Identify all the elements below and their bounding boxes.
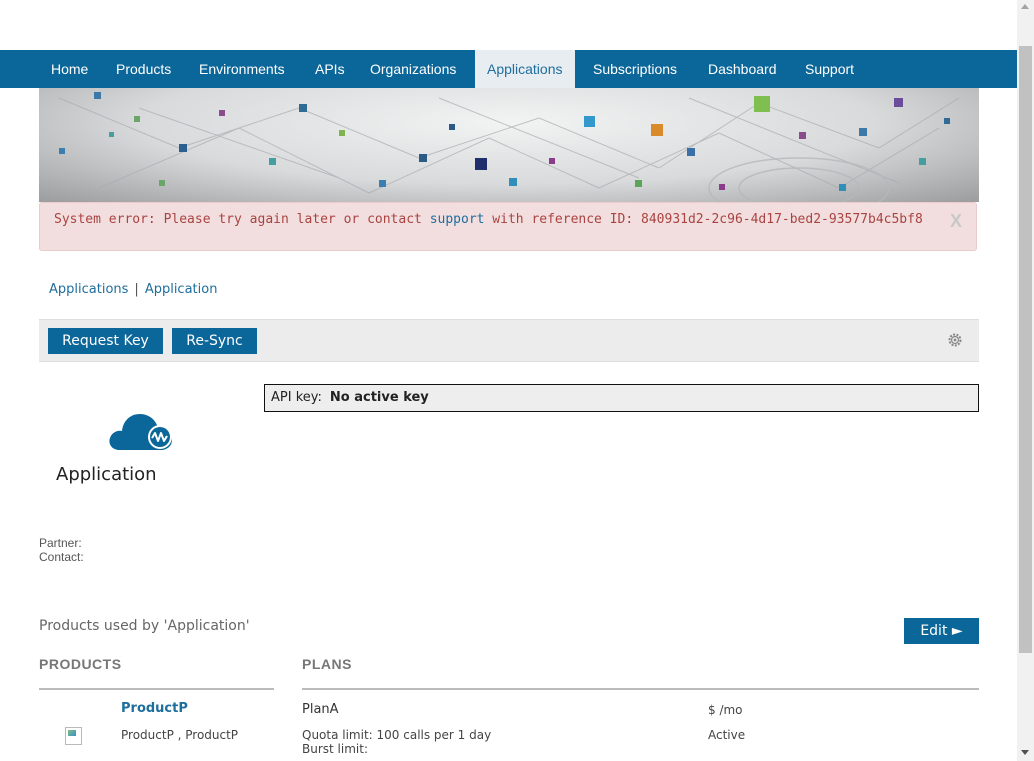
scroll-up-arrow-icon[interactable] xyxy=(1021,4,1029,9)
cloud-app-icon xyxy=(109,414,172,450)
application-name: Application xyxy=(56,464,157,485)
plans-column-header: PLANS xyxy=(302,656,352,672)
header-banner xyxy=(39,88,979,202)
burst-limit: Burst limit: xyxy=(302,742,368,756)
error-suffix: with reference ID: 840931d2-2c96-4d17-be… xyxy=(484,212,923,227)
nav-applications[interactable]: Applications xyxy=(475,50,575,88)
nav-subscriptions[interactable]: Subscriptions xyxy=(581,50,689,88)
nav-dashboard[interactable]: Dashboard xyxy=(696,50,789,88)
products-divider xyxy=(39,688,274,690)
api-key-value: No active key xyxy=(329,390,429,405)
nav-environments[interactable]: Environments xyxy=(187,50,297,88)
product-subtitle: ProductP , ProductP xyxy=(121,728,239,742)
breadcrumb: Applications | Application xyxy=(49,282,217,297)
api-key-box: API key: No active key xyxy=(264,384,979,412)
breadcrumb-separator: | xyxy=(134,282,139,297)
partner-label: Partner: xyxy=(39,536,82,550)
edit-products-button[interactable]: Edit ► xyxy=(904,618,979,644)
products-column-header: PRODUCTS xyxy=(39,656,122,672)
plan-price: $ /mo xyxy=(708,703,743,717)
network-graphic xyxy=(58,92,960,202)
nav-support[interactable]: Support xyxy=(793,50,866,88)
nav-home[interactable]: Home xyxy=(39,50,100,88)
products-section-title: Products used by 'Application' xyxy=(39,618,250,634)
action-toolbar: Request Key Re-Sync xyxy=(39,319,979,362)
scrollbar-thumb[interactable] xyxy=(1019,46,1032,653)
close-alert-button[interactable]: X xyxy=(950,211,962,232)
request-key-button[interactable]: Request Key xyxy=(48,328,163,354)
product-name-link[interactable]: ProductP xyxy=(121,701,188,716)
resync-button[interactable]: Re-Sync xyxy=(172,328,257,354)
plan-status: Active xyxy=(708,728,746,742)
api-key-label: API key: xyxy=(271,390,322,405)
nav-organizations[interactable]: Organizations xyxy=(358,50,468,88)
error-message: System error: Please try again later or … xyxy=(54,212,923,227)
support-link[interactable]: support xyxy=(430,212,485,227)
error-alert: System error: Please try again later or … xyxy=(39,202,977,251)
product-image xyxy=(65,727,82,745)
quota-limit: Quota limit: 100 calls per 1 day xyxy=(302,728,492,742)
scroll-down-arrow-icon[interactable] xyxy=(1021,750,1029,755)
plans-divider xyxy=(302,688,979,690)
error-prefix: System error: Please try again later or … xyxy=(54,212,430,227)
main-nav: Home Products Environments APIs Organiza… xyxy=(0,50,1017,88)
nav-apis[interactable]: APIs xyxy=(303,50,357,88)
plan-name: PlanA xyxy=(302,702,339,717)
breadcrumb-applications[interactable]: Applications xyxy=(49,282,128,297)
breadcrumb-application[interactable]: Application xyxy=(145,282,218,297)
gear-icon[interactable] xyxy=(947,332,963,348)
nav-products[interactable]: Products xyxy=(104,50,183,88)
vertical-scrollbar[interactable] xyxy=(1017,0,1034,761)
contact-label: Contact: xyxy=(39,550,84,564)
